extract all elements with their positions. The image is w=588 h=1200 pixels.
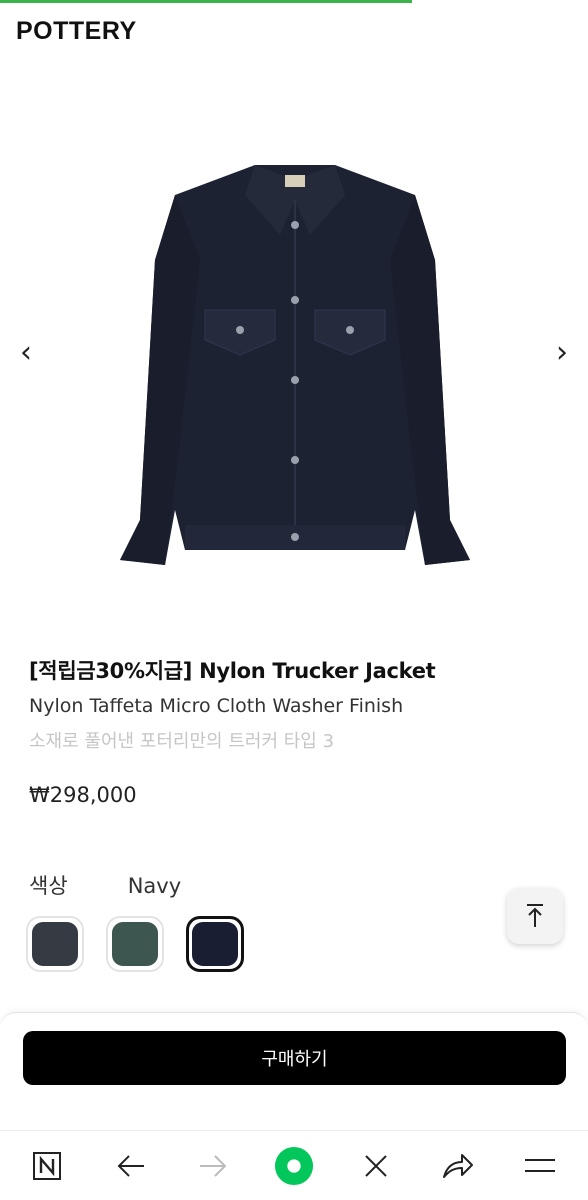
close-icon[interactable] <box>356 1146 396 1186</box>
color-swatches <box>26 916 244 972</box>
product-title: [적립금30%지급] Nylon Trucker Jacket <box>29 659 436 683</box>
scroll-to-top-button[interactable] <box>507 888 563 944</box>
swatch-fill <box>192 922 238 966</box>
color-swatch-green[interactable] <box>106 916 164 972</box>
brand-logo[interactable]: POTTERY <box>16 17 137 46</box>
home-green-circle-icon[interactable] <box>274 1146 314 1186</box>
product-price: ₩298,000 <box>29 783 137 807</box>
buy-button[interactable]: 구매하기 <box>23 1031 566 1085</box>
jacket-pocket-button <box>346 326 354 334</box>
jacket-neck-label <box>285 175 305 187</box>
swatch-fill <box>32 922 78 966</box>
jacket-button <box>291 376 299 384</box>
jacket-button <box>291 456 299 464</box>
purchase-panel: 구매하기 <box>0 1012 588 1130</box>
swatch-fill <box>112 922 158 966</box>
naver-n-icon[interactable] <box>27 1146 67 1186</box>
product-subtitle: Nylon Taffeta Micro Cloth Washer Finish <box>29 695 404 717</box>
color-swatch-navy[interactable] <box>186 916 244 972</box>
gallery-prev-button[interactable]: ‹ <box>20 338 32 368</box>
browser-toolbar <box>0 1130 588 1200</box>
color-label: 색상 <box>29 874 68 898</box>
jacket-button <box>291 296 299 304</box>
color-swatch-charcoal[interactable] <box>26 916 84 972</box>
arrow-up-to-top-icon <box>527 904 543 927</box>
color-option-row: 색상 Navy <box>29 870 181 900</box>
gallery-next-button[interactable]: › <box>556 338 568 368</box>
product-description: 소재로 풀어낸 포터리만의 트러커 타입 3 <box>29 731 335 752</box>
jacket-button <box>291 533 299 541</box>
product-info: [적립금30%지급] Nylon Trucker Jacket Nylon Ta… <box>29 655 569 753</box>
jacket-button <box>291 221 299 229</box>
jacket-pocket-button <box>236 326 244 334</box>
forward-arrow-icon[interactable] <box>193 1146 233 1186</box>
menu-icon[interactable] <box>520 1146 560 1186</box>
product-image-gallery: ‹ › <box>0 110 588 600</box>
header: POTTERY <box>0 3 588 63</box>
back-arrow-icon[interactable] <box>111 1146 151 1186</box>
navy-jacket-product-image <box>120 165 470 565</box>
share-icon[interactable] <box>438 1146 478 1186</box>
selected-color-name: Navy <box>127 874 182 898</box>
